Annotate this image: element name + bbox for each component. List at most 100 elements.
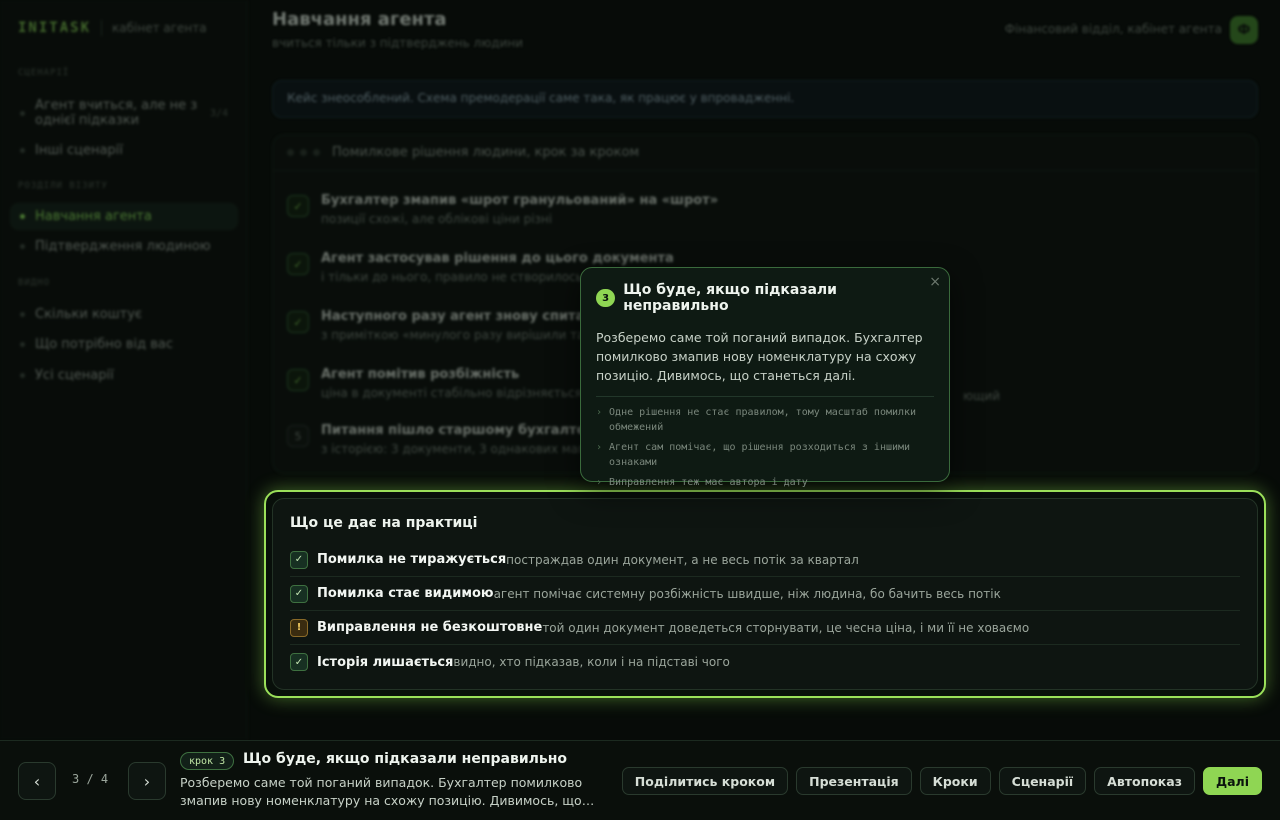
avatar[interactable]: Ф xyxy=(1230,16,1258,44)
close-icon[interactable]: × xyxy=(929,274,941,290)
popover-body: Розберемо саме той поганий випадок. Бухг… xyxy=(596,330,923,383)
practice-row-text: той один документ доведеться сторнувати,… xyxy=(542,620,1030,635)
sidebar-item-agent-training[interactable]: Навчання агента xyxy=(10,203,238,230)
sidebar-item-label: Навчання агента xyxy=(35,209,152,224)
step-pill: крок 3 xyxy=(180,752,235,770)
step-number: 5 xyxy=(287,425,309,447)
steps-button[interactable]: Кроки xyxy=(919,767,991,795)
bullet-icon xyxy=(20,148,25,153)
bullet-icon xyxy=(20,244,25,249)
sidebar-item-label: Усі сценарії xyxy=(35,368,114,383)
next-button[interactable]: Далі xyxy=(1202,767,1262,795)
sidebar-item-other-scenarios[interactable]: Інші сценарії xyxy=(10,137,238,164)
practice-row-text: постраждав один документ, а не весь поті… xyxy=(506,552,859,567)
sidebar-item-label: Що потрібно від вас xyxy=(35,337,173,352)
sidebar-item-label: Агент вчиться, але не з однієї підказки xyxy=(35,98,198,128)
sidebar-item-label: Підтвердження людиною xyxy=(35,239,211,254)
check-icon: ✓ xyxy=(290,653,308,671)
page-title: Навчання агента xyxy=(272,9,447,30)
flow-step: ✓ Бухгалтер змапив «шрот гранульований» … xyxy=(287,193,718,226)
sidebar-item-requirements[interactable]: Що потрібно від вас xyxy=(10,331,238,358)
step-title: Питання пішло старшому бухгалтеру xyxy=(321,423,604,438)
app-window: INITASK кабінет агента СЦЕНАРІЇ Агент вч… xyxy=(0,0,1280,740)
step-desc: ціна в документі стабільно відрізняється… xyxy=(321,386,605,400)
sidebar-section-scenarios: СЦЕНАРІЇ xyxy=(18,68,70,78)
sidebar-item-cost[interactable]: Скільки коштує xyxy=(10,301,238,328)
step-desc: з історією: 3 документи, 3 однакових мап… xyxy=(321,442,612,456)
practice-panel: Що це дає на практиці ✓ Помилка не тираж… xyxy=(272,498,1258,690)
scenarios-button[interactable]: Сценарії xyxy=(998,767,1087,795)
brand-logo[interactable]: INITASK xyxy=(18,20,91,36)
step-popover: × 3 Що буде, якщо підказали неправильно … xyxy=(580,267,950,488)
bullet-text: Виправлення теж має автора і дату xyxy=(609,477,808,488)
practice-title: Що це дає на практиці xyxy=(290,515,478,531)
share-step-button[interactable]: Поділитись кроком xyxy=(621,767,789,795)
next-step-button[interactable]: › xyxy=(128,762,166,800)
sidebar-item-current-scenario[interactable]: Агент вчиться, але не з однієї підказки … xyxy=(10,92,238,134)
bullet-icon xyxy=(20,214,25,219)
page-subtitle: вчиться тільки з підтверджень людини xyxy=(272,36,524,50)
step-number-badge: 3 xyxy=(596,289,616,307)
bullet-icon xyxy=(20,312,25,317)
step-title: Що буде, якщо підказали неправильно xyxy=(243,751,568,767)
sidebar-item-count: 3/4 xyxy=(209,107,228,119)
step-title: Бухгалтер змапив «шрот гранульований» на… xyxy=(321,193,719,208)
divider xyxy=(596,396,934,397)
brand: INITASK кабінет агента xyxy=(18,20,207,36)
check-icon: ✓ xyxy=(290,550,308,569)
window-dots-icon xyxy=(287,149,320,156)
popover-bullet: › Одне рішення не стає правилом, тому мас… xyxy=(596,405,934,435)
flow-step: ✓ Агент помітив розбіжність ціна в докуме… xyxy=(287,367,604,400)
chevron-right-icon: › xyxy=(596,477,603,488)
sidebar-section-visit: РОЗДІЛИ ВІЗИТУ xyxy=(18,181,108,191)
practice-row: ✓ Помилка стає видимою агент помічає сис… xyxy=(290,577,1240,611)
brand-subtitle: кабінет агента xyxy=(112,21,207,35)
practice-row-head: Історія лишається xyxy=(317,654,454,670)
check-icon: ✓ xyxy=(290,584,308,603)
step-counter: 3 / 4 xyxy=(72,772,109,786)
bullet-text: Одне рішення не стає правилом, тому масш… xyxy=(609,407,917,433)
step-desc: позиції схожі, але облікові ціни різні xyxy=(321,212,553,226)
flow-step: 5 Питання пішло старшому бухгалтеру з іст… xyxy=(287,423,611,456)
tour-bottom-bar: ‹ 3 / 4 › крок 3 Що буде, якщо підказали… xyxy=(0,740,1280,820)
practice-row: ✓ Помилка не тиражується постраждав один… xyxy=(290,543,1240,577)
popover-bullet: › Агент сам помічає, що рішення розходить… xyxy=(596,440,934,470)
info-notice: Кейс знеособлений. Схема премодерації са… xyxy=(272,80,1258,118)
step-title: Наступного разу агент знову спитав xyxy=(321,309,593,324)
sidebar-item-label: Скільки коштує xyxy=(35,307,143,322)
step-description: Розберемо саме той поганий випадок. Бухг… xyxy=(180,775,595,808)
sidebar-item-all-scenarios[interactable]: Усі сценарії xyxy=(10,362,238,389)
practice-row-text: агент помічає системну розбіжність швидш… xyxy=(493,586,1001,601)
org-label: Фінансовий відділ, кабінет агента xyxy=(1004,22,1222,36)
practice-row-head: Помилка стає видимою xyxy=(317,586,494,601)
check-icon: ✓ xyxy=(287,253,309,275)
autoplay-button[interactable]: Автопоказ xyxy=(1094,767,1195,795)
chevron-right-icon: › xyxy=(596,442,603,453)
presentation-button[interactable]: Презентація xyxy=(796,767,912,795)
bullet-text: Агент сам помічає, що рішення розходитьс… xyxy=(609,442,911,468)
warning-icon: ! xyxy=(290,618,308,637)
sidebar-section-visible: ВИДНО xyxy=(18,278,51,288)
practice-row: ✓ Історія лишається видно, хто підказав,… xyxy=(290,645,1240,679)
brand-divider xyxy=(101,20,103,36)
bullet-icon xyxy=(20,110,25,116)
popover-bullet: › Виправлення теж має автора і дату xyxy=(596,475,934,490)
sidebar-item-human-confirmation[interactable]: Підтвердження людиною xyxy=(10,233,238,260)
flow-header: Помилкове рішення людини, крок за кроком xyxy=(273,135,1257,171)
practice-row-head: Помилка не тиражується xyxy=(317,552,507,567)
prev-step-button[interactable]: ‹ xyxy=(18,762,56,800)
flow-step: ✓ Наступного разу агент знову спитав з пр… xyxy=(287,309,599,342)
step-desc: з приміткою «минулого разу вирішили так» xyxy=(321,328,600,342)
bullet-icon xyxy=(20,373,25,378)
check-icon: ✓ xyxy=(287,195,309,217)
practice-row-text: видно, хто підказав, коли і на підставі … xyxy=(453,655,730,669)
step-title: Агент застосував рішення до цього докуме… xyxy=(321,251,674,266)
chevron-right-icon: › xyxy=(596,407,603,418)
tour-actions: Поділитись кроком Презентація Кроки Сцен… xyxy=(621,767,1262,795)
bullet-icon xyxy=(20,342,25,347)
popover-title: Що буде, якщо підказали неправильно xyxy=(623,282,837,314)
practice-row: ! Виправлення не безкоштовне той один до… xyxy=(290,611,1240,645)
check-icon: ✓ xyxy=(287,311,309,333)
popover-header: 3 Що буде, якщо підказали неправильно xyxy=(596,282,934,314)
check-icon: ✓ xyxy=(287,369,309,391)
